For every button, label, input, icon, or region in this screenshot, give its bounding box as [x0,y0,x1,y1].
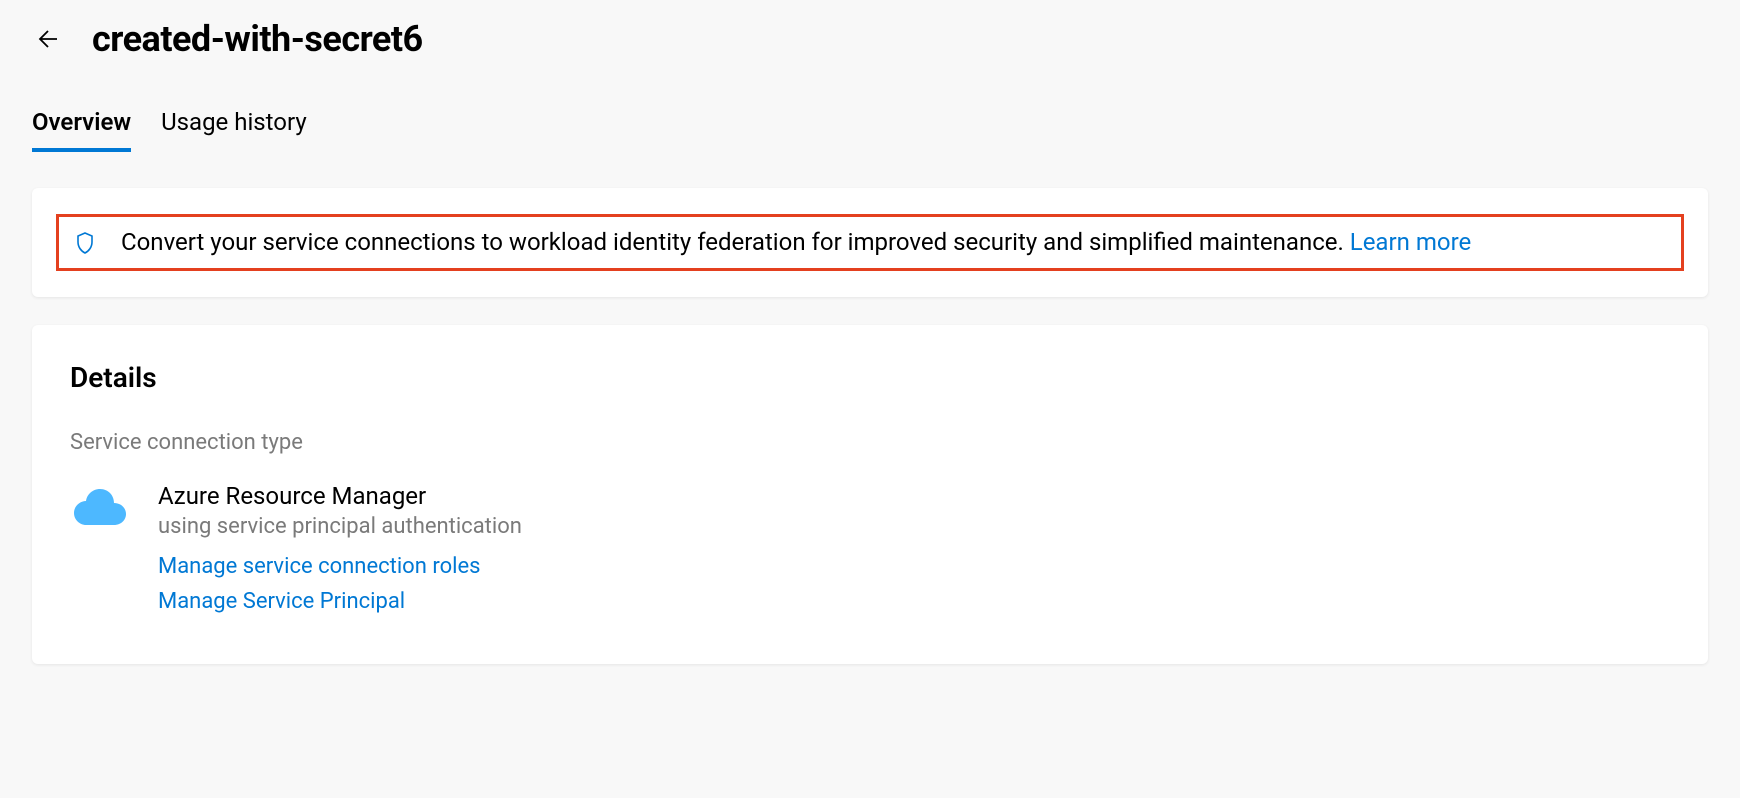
connection-type-subtext: using service principal authentication [158,512,522,543]
field-label-service-connection-type: Service connection type [70,430,1670,455]
tab-usage-history[interactable]: Usage history [161,108,307,152]
manage-service-principal-link[interactable]: Manage Service Principal [158,584,522,619]
conversion-banner-card: Convert your service connections to work… [32,188,1708,297]
conversion-banner: Convert your service connections to work… [56,214,1684,271]
connection-type-row: Azure Resource Manager using service pri… [70,481,1670,619]
page-root: created-with-secret6 Overview Usage hist… [0,0,1740,710]
tab-usage-history-label: Usage history [161,108,307,136]
cloud-icon [70,485,128,527]
back-button[interactable] [32,23,64,55]
banner-text: Convert your service connections to work… [121,227,1471,258]
banner-learn-more-link[interactable]: Learn more [1350,228,1471,256]
shield-icon [73,231,97,255]
page-title: created-with-secret6 [92,18,423,60]
banner-message: Convert your service connections to work… [121,228,1350,256]
connection-type-name: Azure Resource Manager [158,481,522,512]
arrow-left-icon [36,27,60,51]
tab-overview-label: Overview [32,108,131,136]
tab-overview[interactable]: Overview [32,108,131,152]
header-row: created-with-secret6 [32,18,1708,60]
details-card: Details Service connection type Azure Re… [32,325,1708,663]
manage-service-connection-roles-link[interactable]: Manage service connection roles [158,549,522,584]
details-heading: Details [70,361,1670,394]
tabs: Overview Usage history [32,108,1708,152]
connection-type-text: Azure Resource Manager using service pri… [158,481,522,619]
